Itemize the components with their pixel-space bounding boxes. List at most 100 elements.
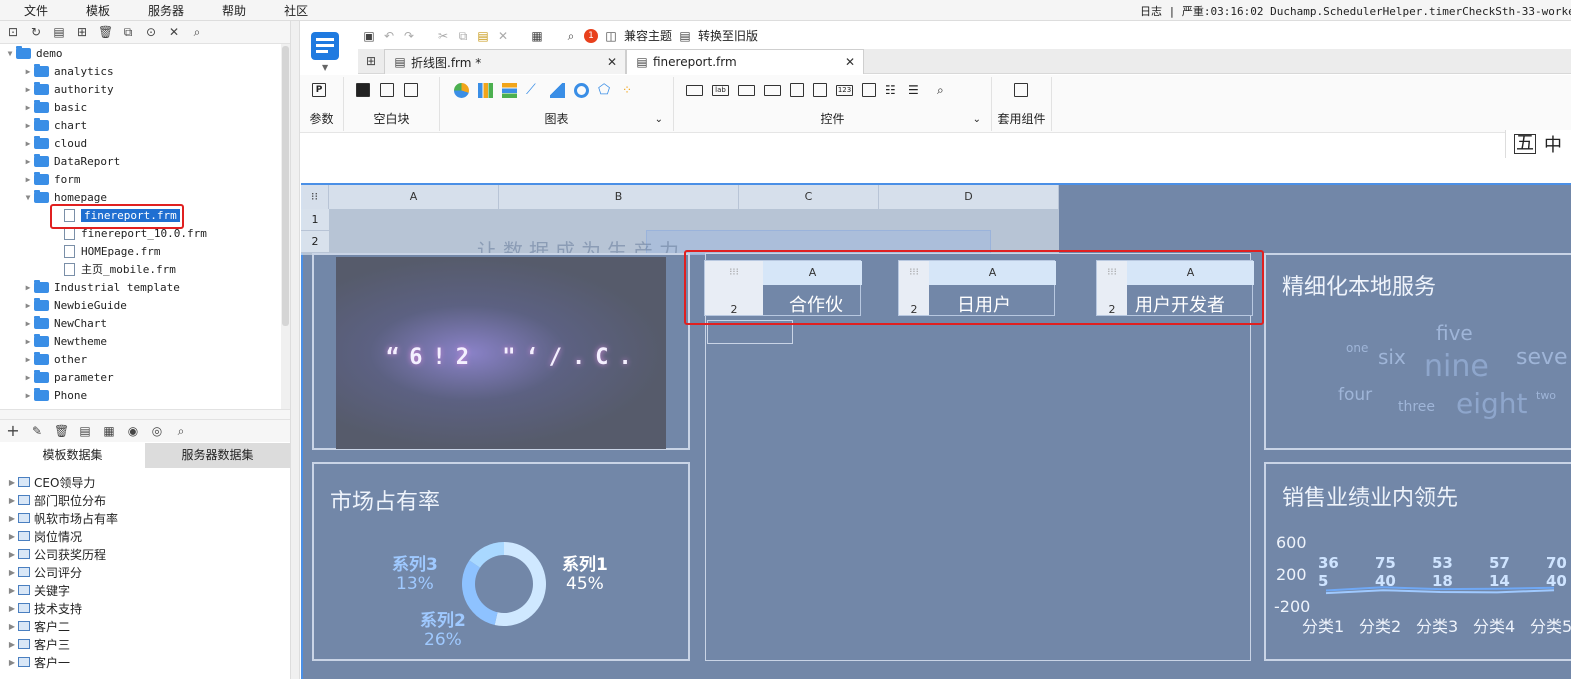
collapsed-arrow-icon[interactable]: ▶	[22, 319, 34, 328]
collapsed-arrow-icon[interactable]: ▶	[22, 67, 34, 76]
notification-badge[interactable]: 1	[584, 28, 598, 43]
collapse-icon[interactable]: ✕	[167, 25, 181, 39]
close-icon[interactable]: ✕	[845, 55, 855, 69]
copy-icon[interactable]: ⧉	[121, 25, 135, 39]
menu-file[interactable]: 文件	[0, 2, 62, 19]
locate-icon[interactable]: ⊙	[144, 25, 158, 39]
tree-folder[interactable]: ▶ cloud	[0, 134, 290, 152]
collapsed-arrow-icon[interactable]: ▶	[6, 550, 18, 559]
collapsed-arrow-icon[interactable]: ▶	[6, 604, 18, 613]
tree-folder[interactable]: ▶ chart	[0, 116, 290, 134]
tree-file[interactable]: 主页_mobile.frm	[0, 260, 290, 278]
new-file-icon[interactable]: ⊡	[6, 25, 20, 39]
column-header[interactable]: C	[739, 185, 879, 209]
menu-server[interactable]: 服务器	[124, 2, 198, 19]
preview-icon[interactable]: ⌕	[564, 29, 578, 43]
collapsed-arrow-icon[interactable]: ▶	[6, 640, 18, 649]
reuse-component-icon[interactable]	[1014, 83, 1028, 97]
tab-template-dataset[interactable]: 模板数据集	[0, 443, 145, 468]
template-icon[interactable]: ▦	[530, 29, 544, 43]
collapsed-arrow-icon[interactable]: ▶	[22, 337, 34, 346]
collapsed-arrow-icon[interactable]: ▶	[22, 355, 34, 364]
refresh-icon[interactable]: ↻	[29, 25, 43, 39]
area-chart-icon[interactable]	[550, 83, 565, 98]
collapsed-arrow-icon[interactable]: ▶	[22, 283, 34, 292]
column-header[interactable]: D	[879, 185, 1059, 209]
collapsed-arrow-icon[interactable]: ▶	[6, 586, 18, 595]
textarea-widget-icon[interactable]	[862, 83, 876, 97]
font-size-button[interactable]: 五	[1514, 134, 1536, 154]
parameter-icon[interactable]: P	[312, 83, 326, 97]
paste-icon[interactable]: ▤	[476, 29, 490, 43]
tree-folder[interactable]: ▶ other	[0, 350, 290, 368]
database-icon[interactable]: ◉	[126, 424, 140, 438]
textbox-widget-icon[interactable]	[686, 85, 703, 96]
market-share-panel[interactable]: 市场占有率 系列1 45% 系列3 13% 系列2 26%	[312, 462, 690, 661]
list-item[interactable]: ▶ 客户三	[0, 635, 290, 653]
redo-icon[interactable]: ↷	[402, 29, 416, 43]
list-widget-icon[interactable]	[790, 83, 804, 97]
horizontal-bar-icon[interactable]	[502, 83, 517, 98]
split-block-icon[interactable]	[380, 83, 394, 97]
bar-chart-icon[interactable]	[478, 83, 493, 98]
collapsed-arrow-icon[interactable]: ▶	[22, 103, 34, 112]
panel-splitter[interactable]	[0, 409, 290, 420]
tree-folder[interactable]: ▶ analytics	[0, 62, 290, 80]
tab-server-dataset[interactable]: 服务器数据集	[145, 443, 290, 468]
query-widget-icon[interactable]: ⌕	[937, 83, 951, 97]
expanded-arrow-icon[interactable]: ▼	[4, 49, 16, 58]
expanded-arrow-icon[interactable]: ▼	[22, 193, 34, 202]
collapsed-arrow-icon[interactable]: ▶	[6, 532, 18, 541]
list-item[interactable]: ▶ 岗位情况	[0, 527, 290, 545]
list-item[interactable]: ▶ 公司获奖历程	[0, 545, 290, 563]
row-header[interactable]: 1	[301, 209, 329, 231]
dataset-icon[interactable]: ▦	[102, 424, 116, 438]
tree-folder[interactable]: ▶ authority	[0, 80, 290, 98]
tree-folder[interactable]: ▶ parameter	[0, 368, 290, 386]
list-item[interactable]: ▶ 关键字	[0, 581, 290, 599]
delete-icon[interactable]: 🗑	[98, 25, 113, 39]
checkbox-widget-icon[interactable]: ☰	[908, 83, 922, 97]
grid-icon[interactable]: ⊞	[364, 54, 378, 68]
scrollbar-thumb[interactable]	[282, 46, 289, 326]
collapsed-arrow-icon[interactable]: ▶	[22, 391, 34, 400]
tree-file[interactable]: HOMEpage.frm	[0, 242, 290, 260]
block-icon[interactable]	[356, 83, 370, 97]
collapsed-arrow-icon[interactable]: ▶	[6, 514, 18, 523]
export-icon[interactable]: ⊞	[75, 25, 89, 39]
list-item[interactable]: ▶ 帆软市场占有率	[0, 509, 290, 527]
add-icon[interactable]: +	[6, 423, 20, 439]
collapsed-arrow-icon[interactable]: ▶	[6, 478, 18, 487]
collapsed-arrow-icon[interactable]: ▶	[6, 568, 18, 577]
tree-folder[interactable]: ▶ NewChart	[0, 314, 290, 332]
menu-template[interactable]: 模板	[62, 2, 124, 19]
collapsed-arrow-icon[interactable]: ▶	[22, 121, 34, 130]
chevron-down-icon[interactable]: ⌄	[973, 114, 981, 125]
tree-folder[interactable]: ▶ Newtheme	[0, 332, 290, 350]
list-item[interactable]: ▶ 部门职位分布	[0, 491, 290, 509]
collapsed-arrow-icon[interactable]: ▶	[6, 622, 18, 631]
local-service-panel[interactable]: 精细化本地服务 five one six nine seve four thre…	[1264, 253, 1571, 450]
cut-icon[interactable]: ✂	[436, 29, 450, 43]
collapsed-arrow-icon[interactable]: ▶	[22, 175, 34, 184]
tree-folder[interactable]: ▶ Phone	[0, 386, 290, 404]
save-icon[interactable]: ▣	[362, 29, 376, 43]
column-header[interactable]: A	[329, 185, 499, 209]
sales-panel[interactable]: 销售业绩业内领先 600 200 -200 36 75 53 57 70 5 40 18 14 40 分类…	[1264, 462, 1571, 661]
label-widget-icon[interactable]: lab	[712, 85, 729, 96]
date-widget-icon[interactable]	[813, 83, 827, 97]
collapsed-arrow-icon[interactable]: ▶	[22, 157, 34, 166]
combobox-widget-icon[interactable]	[764, 85, 781, 96]
column-header[interactable]: B	[499, 185, 739, 209]
list-item[interactable]: ▶ 公司评分	[0, 563, 290, 581]
chevron-down-icon[interactable]: ⌄	[655, 114, 663, 125]
pie-chart-icon[interactable]	[454, 83, 469, 98]
row-header[interactable]: 2	[301, 231, 329, 253]
tab-finereport[interactable]: ▤ finereport.frm ✕	[626, 49, 864, 74]
tab-line-chart[interactable]: ▤ 折线图.frm * ✕	[384, 49, 626, 74]
compat-theme-button[interactable]: 兼容主题	[624, 27, 672, 44]
radar-chart-icon[interactable]: ⬠	[598, 83, 613, 98]
collapsed-arrow-icon[interactable]: ▶	[22, 139, 34, 148]
delete-icon[interactable]: ✕	[496, 29, 510, 43]
tree-folder[interactable]: ▶ basic	[0, 98, 290, 116]
